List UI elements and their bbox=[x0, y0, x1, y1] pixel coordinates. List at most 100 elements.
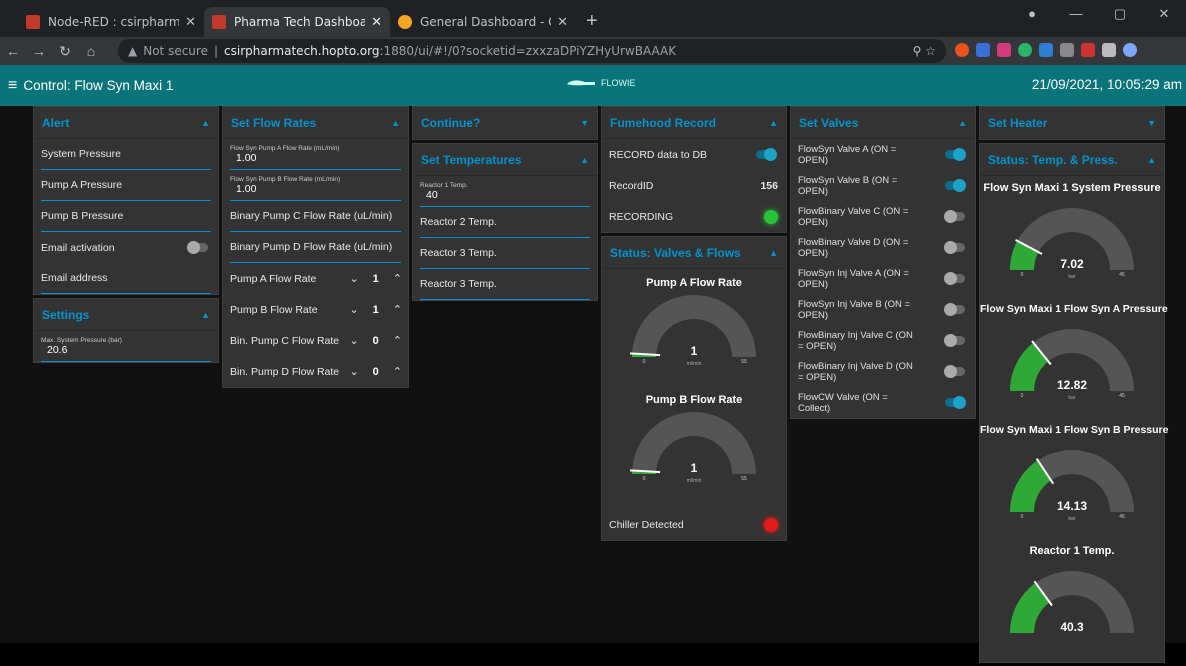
extension-icon[interactable] bbox=[976, 43, 990, 57]
extension-icon[interactable] bbox=[1060, 43, 1074, 57]
hamburger-menu-icon[interactable]: ≡ bbox=[8, 77, 17, 95]
status-flows-header[interactable]: Status: Valves & Flows ▲ bbox=[602, 237, 786, 269]
flowie-logo: FLOWIE bbox=[565, 78, 636, 88]
close-icon[interactable]: ✕ bbox=[371, 15, 382, 30]
reactor-3-temp-input[interactable]: Reactor 3 Temp. bbox=[420, 238, 590, 269]
fumehood-header[interactable]: Fumehood Record ▲ bbox=[602, 107, 786, 139]
gauge-value: 40.3 bbox=[1060, 620, 1084, 634]
reactor-1-temp-input[interactable]: Reactor 1 Temp. 40 bbox=[420, 176, 590, 207]
avatar[interactable] bbox=[1123, 43, 1137, 57]
chevron-down-icon[interactable]: ⌄ bbox=[349, 334, 358, 347]
extension-icon[interactable] bbox=[1018, 43, 1032, 57]
close-window-button[interactable]: ✕ bbox=[1142, 6, 1186, 22]
chevron-down-icon[interactable]: ⌄ bbox=[349, 365, 358, 378]
reactor-2-temp-input[interactable]: Reactor 2 Temp. bbox=[420, 207, 590, 238]
field-label: Binary Pump D Flow Rate (uL/min) bbox=[230, 241, 393, 253]
collapse-icon: ▲ bbox=[769, 117, 778, 128]
heater-header[interactable]: Set Heater ▼ bbox=[980, 107, 1164, 139]
valve-toggle[interactable] bbox=[944, 272, 965, 285]
bin-pump-c-stepper-row: Bin. Pump C Flow Rate ⌄ 0 ⌃ bbox=[223, 325, 408, 356]
valve-label: FlowSyn Inj Valve A (ON = OPEN) bbox=[798, 267, 909, 290]
column-6: Set Heater ▼ Status: Temp. & Press. ▲ Flow… bbox=[979, 106, 1168, 666]
gauge-unit: ml/min bbox=[687, 478, 702, 484]
chevron-up-icon[interactable]: ⌃ bbox=[393, 272, 402, 285]
valve-label: FlowSyn Valve A (ON = OPEN) bbox=[798, 143, 897, 166]
close-icon[interactable]: ✕ bbox=[185, 15, 196, 30]
reactor-3-temp-input-2[interactable]: Reactor 3 Temp. bbox=[420, 269, 590, 300]
pump-a-flow-input[interactable]: Flow Syn Pump A Flow Rate (mL/min) 1.00 bbox=[230, 139, 401, 170]
settings-header[interactable]: Settings ▲ bbox=[34, 299, 218, 331]
system-pressure-field[interactable]: System Pressure bbox=[41, 139, 211, 170]
pump-b-gauge-widget: Pump B Flow Rate 1 ml/min 0 55 bbox=[602, 386, 786, 503]
warning-icon: ▲ bbox=[128, 44, 138, 58]
stepper-label: Pump A Flow Rate bbox=[230, 272, 317, 285]
browser-tab-dashboard[interactable]: Pharma Tech Dashboard ✕ bbox=[204, 7, 390, 37]
pump-a-pressure-field[interactable]: Pump A Pressure bbox=[41, 170, 211, 201]
valve-list: FlowSyn Valve A (ON = OPEN) FlowSyn Valve… bbox=[791, 139, 975, 418]
valve-toggle[interactable] bbox=[944, 303, 965, 316]
field-label: Reactor 3 Temp. bbox=[420, 247, 497, 259]
flow-rates-header[interactable]: Set Flow Rates ▲ bbox=[223, 107, 408, 139]
zoom-star-icons[interactable]: ⚲ ☆ bbox=[913, 44, 936, 58]
home-icon[interactable]: ⌂ bbox=[78, 43, 104, 59]
url-bar[interactable]: ▲ Not secure | csirpharmatech.hopto.org … bbox=[118, 39, 946, 63]
url-path: :1880/ui/#!/0?socketid=zxxzaDPiYZHyUrwBA… bbox=[379, 44, 677, 58]
valve-row: FlowSyn Valve B (ON = OPEN) bbox=[791, 170, 975, 201]
forward-icon[interactable]: → bbox=[26, 43, 52, 59]
chevron-up-icon[interactable]: ⌃ bbox=[393, 334, 402, 347]
extension-icon[interactable] bbox=[1081, 43, 1095, 57]
max-pressure-input[interactable]: Max. System Pressure (bar) 20.6 bbox=[41, 331, 211, 362]
continue-header[interactable]: Continue? ▼ bbox=[413, 107, 597, 139]
tab-title: Node-RED : csirpharmatech.hopt bbox=[48, 15, 180, 29]
chevron-up-icon[interactable]: ⌃ bbox=[393, 365, 402, 378]
chevron-up-icon[interactable]: ⌃ bbox=[393, 303, 402, 316]
binary-pump-c-input[interactable]: Binary Pump C Flow Rate (uL/min) bbox=[230, 201, 401, 232]
record-toggle[interactable] bbox=[756, 148, 777, 161]
binary-pump-d-input[interactable]: Binary Pump D Flow Rate (uL/min) bbox=[230, 232, 401, 263]
gauge-unit: bar bbox=[1068, 395, 1076, 401]
valve-toggle[interactable] bbox=[945, 148, 966, 161]
input-value: 1.00 bbox=[236, 182, 257, 195]
status-flows-card: Status: Valves & Flows ▲ Pump A Flow Rate… bbox=[601, 236, 787, 541]
valve-toggle[interactable] bbox=[945, 179, 966, 192]
field-label: Pump A Pressure bbox=[41, 179, 123, 191]
chevron-down-icon[interactable]: ⌄ bbox=[349, 303, 358, 316]
puzzle-icon[interactable] bbox=[1102, 43, 1116, 57]
alert-card: Alert ▲ System Pressure Pump A Pressure P… bbox=[33, 106, 219, 295]
valve-toggle[interactable] bbox=[944, 365, 965, 378]
extension-icon[interactable] bbox=[1039, 43, 1053, 57]
extension-icon[interactable] bbox=[997, 43, 1011, 57]
valve-label: FlowBinary Valve C (ON = OPEN) bbox=[798, 205, 909, 228]
valve-toggle[interactable] bbox=[944, 210, 965, 223]
minimize-button[interactable]: — bbox=[1054, 6, 1098, 22]
valves-header[interactable]: Set Valves ▲ bbox=[791, 107, 975, 139]
valve-toggle[interactable] bbox=[945, 396, 966, 409]
maximize-button[interactable]: ▢ bbox=[1098, 6, 1142, 22]
field-label: Pump B Pressure bbox=[41, 210, 124, 222]
new-tab-button[interactable]: + bbox=[576, 7, 608, 37]
flowie-logo-icon bbox=[567, 80, 595, 86]
email-activation-toggle[interactable] bbox=[187, 241, 208, 254]
back-icon[interactable]: ← bbox=[0, 43, 26, 59]
profile-icon[interactable]: ● bbox=[1010, 6, 1054, 22]
extension-icon[interactable] bbox=[955, 43, 969, 57]
valve-toggle[interactable] bbox=[944, 241, 965, 254]
pump-b-flow-input[interactable]: Flow Syn Pump B Flow Rate (mL/min) 1.00 bbox=[230, 170, 401, 201]
browser-tab-grafana[interactable]: General Dashboard - Grafana ✕ bbox=[390, 7, 576, 37]
dashboard-content: Alert ▲ System Pressure Pump A Pressure P… bbox=[0, 106, 1186, 663]
alert-header[interactable]: Alert ▲ bbox=[34, 107, 218, 139]
valve-row: FlowBinary Inj Valve C (ON = OPEN) bbox=[791, 325, 975, 356]
browser-tab-nodered[interactable]: Node-RED : csirpharmatech.hopt ✕ bbox=[18, 7, 204, 37]
bin-pump-d-stepper: ⌄ 0 ⌃ bbox=[349, 365, 402, 379]
chevron-down-icon[interactable]: ⌄ bbox=[349, 272, 358, 285]
stepper-value: 0 bbox=[372, 334, 379, 347]
close-icon[interactable]: ✕ bbox=[557, 15, 568, 30]
status-temp-header[interactable]: Status: Temp. & Press. ▲ bbox=[980, 144, 1164, 176]
pump-b-pressure-field[interactable]: Pump B Pressure bbox=[41, 201, 211, 232]
field-label: Binary Pump C Flow Rate (uL/min) bbox=[230, 210, 393, 222]
reload-icon[interactable]: ↻ bbox=[52, 43, 78, 60]
temperatures-header[interactable]: Set Temperatures ▲ bbox=[413, 144, 597, 176]
email-address-field[interactable]: Email address bbox=[41, 263, 211, 294]
valve-toggle[interactable] bbox=[944, 334, 965, 347]
clock: 21/09/2021, 10:05:29 am bbox=[1031, 77, 1182, 92]
